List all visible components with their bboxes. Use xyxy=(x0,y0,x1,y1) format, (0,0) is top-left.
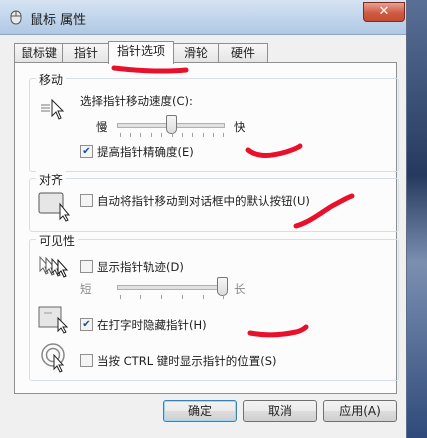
ctrl-locate-icon xyxy=(41,343,65,373)
visibility-title: 可见性 xyxy=(36,232,79,249)
trail-slider-ticks xyxy=(120,295,224,299)
trail-slider-track[interactable] xyxy=(117,285,225,290)
snap-label[interactable]: 自动将指针移动到对话框中的默认按钮(U) xyxy=(97,193,310,209)
tab-pointers[interactable]: 指针 xyxy=(62,43,110,63)
tab-pointer-options[interactable]: 指针选项 xyxy=(108,41,174,64)
ctrl-locate-checkbox[interactable] xyxy=(80,354,93,367)
hide-while-typing-icon xyxy=(38,306,69,334)
pointer-speed-icon xyxy=(41,98,65,120)
speed-slider-thumb[interactable] xyxy=(165,115,177,134)
speed-label: 选择指针移动速度(C): xyxy=(80,94,193,108)
hide-typing-checkbox[interactable]: ✔ xyxy=(80,318,93,331)
title-bar[interactable]: 鼠标 属性 ✕ xyxy=(0,0,406,35)
motion-title: 移动 xyxy=(36,71,67,88)
slow-label: 慢 xyxy=(96,120,108,134)
trails-label[interactable]: 显示指针轨迹(D) xyxy=(97,259,184,275)
ctrl-locate-label[interactable]: 当按 CTRL 键时显示指针的位置(S) xyxy=(97,353,277,369)
mouse-icon xyxy=(10,10,22,25)
speed-slider-ticks xyxy=(120,133,224,137)
pointer-trails-icon xyxy=(39,255,69,278)
tab-buttons[interactable]: 鼠标键 xyxy=(14,43,64,63)
hide-typing-label[interactable]: 在打字时隐藏指针(H) xyxy=(97,317,207,333)
ok-button[interactable]: 确定 xyxy=(163,400,237,422)
precision-checkbox[interactable]: ✔ xyxy=(80,145,93,158)
snap-group: 对齐 自动将指针移动到对话框中的默认按钮(U) xyxy=(29,171,399,232)
snap-title: 对齐 xyxy=(36,171,67,188)
precision-label[interactable]: 提高指针精确度(E) xyxy=(97,144,194,160)
close-button[interactable]: ✕ xyxy=(363,2,405,22)
fast-label: 快 xyxy=(234,120,246,134)
short-label: 短 xyxy=(80,282,92,296)
trail-slider-thumb[interactable] xyxy=(216,277,228,296)
visibility-group: 可见性 显示指针轨迹(D) 短 长 ✔ 在打字时隐藏指针(H) 当按 CTRL … xyxy=(29,232,399,381)
tab-wheel[interactable]: 滑轮 xyxy=(172,43,220,63)
desktop-background xyxy=(404,0,427,438)
apply-button[interactable]: 应用(A) xyxy=(323,400,397,422)
motion-group: 移动 选择指针移动速度(C): 慢 快 ✔ 提高指针精确度(E) xyxy=(29,71,399,172)
snap-checkbox[interactable] xyxy=(80,194,93,207)
mouse-properties-dialog: 鼠标 属性 ✕ 鼠标键 指针 指针选项 滑轮 硬件 移动 选择指针移动速度(C)… xyxy=(0,0,407,438)
window-title: 鼠标 属性 xyxy=(30,13,87,28)
trails-checkbox[interactable] xyxy=(80,260,93,273)
pointer-options-panel: 移动 选择指针移动速度(C): 慢 快 ✔ 提高指针精确度(E) 对齐 自动将指… xyxy=(14,62,399,394)
tab-hardware[interactable]: 硬件 xyxy=(218,43,268,63)
cancel-button[interactable]: 取消 xyxy=(243,400,317,422)
snap-to-icon xyxy=(38,192,71,222)
long-label: 长 xyxy=(234,282,246,296)
